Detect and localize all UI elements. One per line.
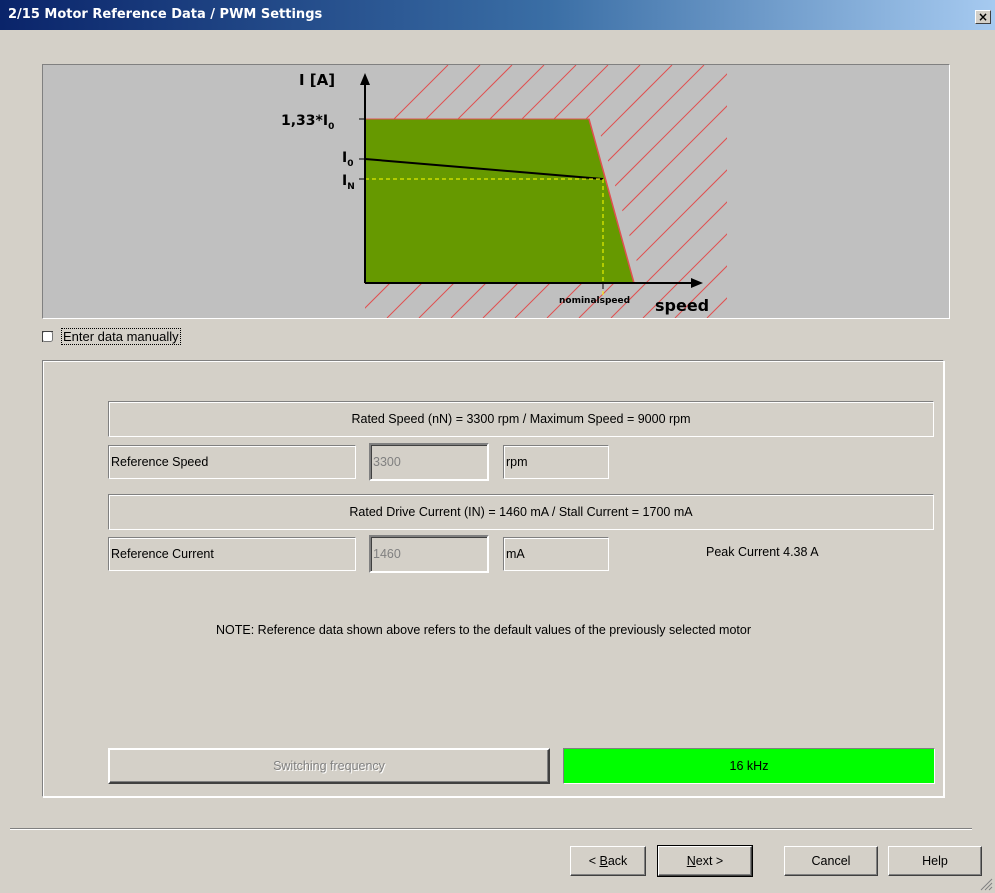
switching-frequency-value: 16 kHz — [563, 748, 935, 784]
nominal-speed-label: nominalspeed — [559, 296, 630, 306]
wizard-window: 2/15 Motor Reference Data / PWM Settings… — [0, 0, 995, 893]
reference-current-label: Reference Current — [108, 537, 356, 571]
rated-speed-info: Rated Speed (nN) = 3300 rpm / Maximum Sp… — [108, 401, 934, 437]
button-separator — [10, 828, 972, 830]
enter-data-manually-checkbox[interactable] — [42, 330, 53, 342]
reference-note: NOTE: Reference data shown above refers … — [216, 623, 752, 637]
peak-current-text: Peak Current 4.38 A — [706, 545, 819, 559]
reference-current-input[interactable] — [369, 535, 489, 573]
motor-current-diagram: I [A] 1,33*I0 I0 IN nominalspeed speed — [42, 64, 950, 319]
rated-current-info: Rated Drive Current (IN) = 1460 mA / Sta… — [108, 494, 934, 530]
peak-current-label: 1,33*I0 — [281, 113, 334, 132]
diagram-svg: I [A] 1,33*I0 I0 IN nominalspeed speed — [281, 65, 727, 318]
next-rest: ext > — [695, 854, 724, 868]
resize-grip-icon[interactable] — [980, 878, 993, 891]
next-button[interactable]: Next > — [657, 845, 753, 877]
back-mnemonic: B — [599, 854, 608, 868]
cancel-button[interactable]: Cancel — [784, 846, 878, 876]
reference-current-unit: mA — [503, 537, 609, 571]
in-label: IN — [342, 173, 355, 192]
reference-speed-input[interactable] — [369, 443, 489, 481]
back-rest: ack — [607, 854, 628, 868]
operating-area — [364, 118, 635, 284]
window-title: 2/15 Motor Reference Data / PWM Settings — [8, 7, 323, 22]
x-axis-label: speed — [655, 296, 709, 315]
help-button[interactable]: Help — [888, 846, 982, 876]
reference-speed-unit: rpm — [503, 445, 609, 479]
y-axis-label: I [A] — [299, 71, 335, 89]
back-button[interactable]: < Back — [570, 846, 646, 876]
i0-label: I0 — [342, 150, 353, 169]
title-bar[interactable]: 2/15 Motor Reference Data / PWM Settings… — [0, 0, 995, 30]
close-button[interactable]: × — [975, 10, 991, 24]
enter-data-manually-row[interactable]: Enter data manually — [42, 327, 181, 345]
back-prefix: < — [588, 854, 600, 868]
reference-speed-label: Reference Speed — [108, 445, 356, 479]
enter-data-manually-label[interactable]: Enter data manually — [61, 327, 181, 345]
switching-frequency-button[interactable]: Switching frequency — [108, 748, 550, 784]
next-mnemonic: N — [686, 854, 696, 868]
